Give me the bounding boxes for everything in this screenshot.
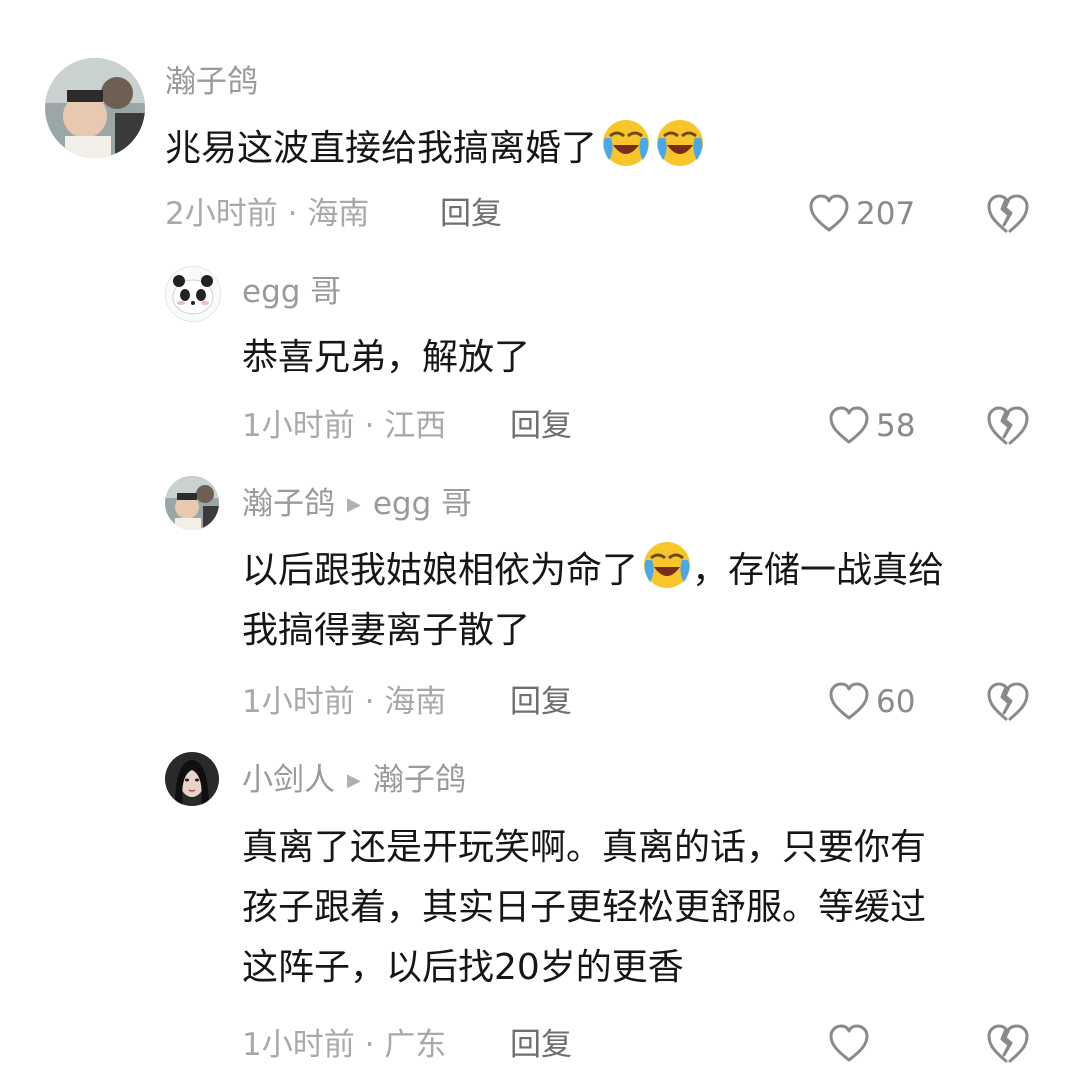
avatar[interactable]	[165, 266, 221, 322]
like-button[interactable]: 60	[828, 680, 915, 724]
like-button[interactable]: 207	[808, 192, 915, 236]
comment-username[interactable]: 瀚子鸽	[165, 62, 258, 102]
reply-to-user[interactable]: 瀚子鸽	[373, 762, 466, 798]
comment-username: 小剑人 ▶ 瀚子鸽	[242, 760, 466, 805]
comment-username[interactable]: egg 哥	[242, 272, 341, 312]
comment-author[interactable]: 瀚子鸽	[242, 486, 335, 522]
like-count: 207	[856, 196, 916, 232]
heart-icon	[809, 194, 849, 232]
comment-meta: 2小时前 · 海南	[165, 194, 369, 234]
comment-meta: 1小时前 · 广东	[242, 1025, 446, 1065]
reply-button[interactable]: 回复	[510, 1025, 572, 1065]
reply-button[interactable]: 回复	[440, 194, 502, 234]
comment-location: 广东	[384, 1027, 447, 1063]
crying-laughing-emoji-icon	[642, 540, 692, 590]
like-button[interactable]	[828, 1022, 876, 1066]
comment-time: 1小时前	[242, 684, 355, 720]
comment-text: 以后跟我姑娘相依为命了 ，存储一战真给我搞得妻离子散了	[242, 540, 1042, 661]
reply-arrow-icon: ▶	[347, 494, 361, 515]
heart-icon	[829, 406, 869, 444]
comment-text: 真离了还是开玩笑啊。真离的话，只要你有 孩子跟着，其实日子更轻松更舒服。等缓过 …	[242, 818, 1042, 998]
comment-text-line: 真离了还是开玩笑啊。真离的话，只要你有	[242, 827, 927, 868]
meta-separator: ·	[364, 408, 375, 444]
comment-text-line: 这阵子，以后找20岁的更香	[242, 947, 684, 988]
heart-icon	[829, 682, 869, 720]
comment-username: 瀚子鸽 ▶ egg 哥	[242, 484, 472, 529]
comment-text: 恭喜兄弟，解放了	[242, 337, 531, 378]
reply-arrow-icon: ▶	[347, 770, 361, 791]
broken-heart-icon[interactable]	[986, 1023, 1030, 1065]
reply-button[interactable]: 回复	[510, 682, 572, 722]
comment-text: 兆易这波直接给我搞离婚了	[165, 118, 705, 179]
broken-heart-icon[interactable]	[986, 681, 1030, 723]
comment-text-continued: ，存储一战真给	[692, 550, 945, 591]
comment-meta: 1小时前 · 海南	[242, 682, 446, 722]
comment-time: 1小时前	[242, 1027, 355, 1063]
comment-text-line: 孩子跟着，其实日子更轻松更舒服。等缓过	[242, 887, 927, 928]
comment-location: 海南	[307, 196, 370, 232]
like-count: 60	[876, 684, 916, 720]
comment-time: 1小时前	[242, 408, 355, 444]
meta-separator: ·	[364, 684, 375, 720]
comment-author[interactable]: 小剑人	[242, 762, 335, 798]
reply-to-user[interactable]: egg 哥	[373, 486, 472, 522]
comment-text-line2: 我搞得妻离子散了	[242, 610, 531, 651]
comment-text-body: 以后跟我姑娘相依为命了	[242, 550, 639, 591]
comment-location: 海南	[384, 684, 447, 720]
meta-separator: ·	[287, 196, 298, 232]
like-count: 58	[876, 408, 916, 444]
avatar[interactable]	[165, 476, 219, 530]
like-button[interactable]: 58	[828, 404, 915, 448]
meta-separator: ·	[364, 1027, 375, 1063]
broken-heart-icon[interactable]	[986, 405, 1030, 447]
comment-location: 江西	[384, 408, 447, 444]
avatar[interactable]	[165, 752, 219, 806]
heart-icon	[829, 1024, 869, 1062]
avatar[interactable]	[45, 58, 145, 158]
crying-laughing-emoji-icon	[601, 118, 651, 168]
comment-time: 2小时前	[165, 196, 278, 232]
broken-heart-icon[interactable]	[986, 193, 1030, 235]
comment-meta: 1小时前 · 江西	[242, 406, 446, 446]
comment-text-body: 兆易这波直接给我搞离婚了	[165, 128, 598, 169]
reply-button[interactable]: 回复	[510, 406, 572, 446]
crying-laughing-emoji-icon	[655, 118, 705, 168]
